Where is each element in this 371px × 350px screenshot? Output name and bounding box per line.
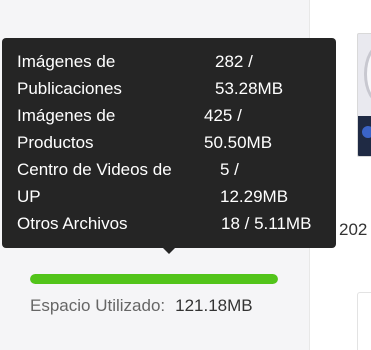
storage-usage: Espacio Utilizado: 121.18MB (30, 296, 253, 316)
thumbnail-badge (362, 126, 371, 138)
tooltip-value: 18 / 5.11MB (221, 214, 312, 233)
tooltip-value: 12.29MB (220, 187, 289, 206)
tooltip-value: 282 / (215, 52, 253, 71)
storage-progress-fill (30, 274, 278, 284)
tooltip-label: Centro de Videos de (17, 160, 172, 179)
tooltip-value: 50.50MB (204, 133, 273, 152)
tooltip-label: Imágenes de (17, 52, 116, 71)
tooltip-label: Imágenes de (17, 106, 116, 125)
tooltip-label: Productos (17, 133, 94, 152)
tooltip-value: 53.28MB (215, 79, 284, 98)
tooltip-label: Publicaciones (17, 79, 122, 98)
tooltip-value: 425 / (204, 106, 242, 125)
tooltip-label: UP (17, 187, 41, 206)
usage-label: Espacio Utilizado: (30, 296, 166, 315)
storage-breakdown-tooltip: Imágenes de Publicaciones 282 / 53.28MB … (2, 38, 336, 254)
tooltip-arrow (162, 247, 176, 254)
ring-image (364, 44, 371, 104)
tooltip-label: Otros Archivos (17, 214, 128, 233)
storage-progress-bar (30, 274, 278, 284)
content-thumbnail[interactable] (357, 33, 371, 157)
date-text: 202 (339, 220, 368, 239)
content-card[interactable] (357, 292, 371, 350)
usage-value: 121.18MB (175, 296, 253, 315)
tooltip-value: 5 / (220, 160, 239, 179)
